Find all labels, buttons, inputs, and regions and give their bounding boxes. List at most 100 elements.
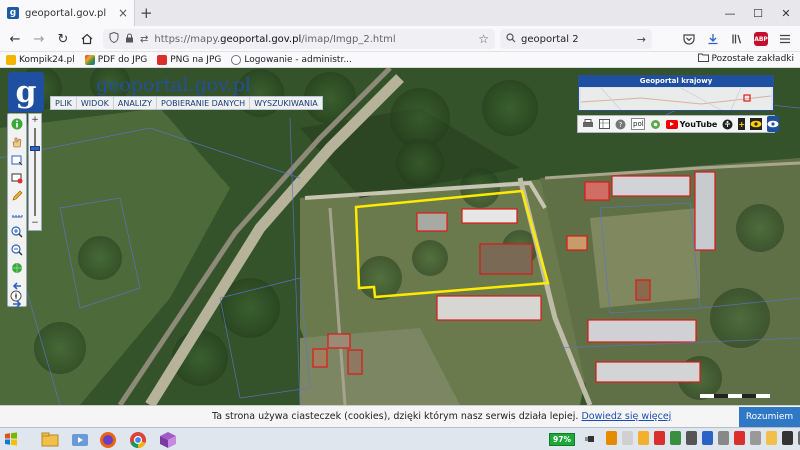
lock-icon[interactable] [125,33,134,46]
bookmark-kompik24[interactable]: Kompik24.pl [6,54,75,65]
home-icon[interactable] [78,30,96,48]
search-input[interactable]: geoportal 2 [521,34,632,45]
youtube-play-icon [665,119,678,129]
network-icon[interactable] [750,431,761,445]
tray-app-icon[interactable] [766,431,777,445]
info-icon[interactable] [11,118,23,130]
language-select[interactable]: pol [631,118,645,130]
maximize-button[interactable]: ☐ [744,0,772,26]
tray-app-icon[interactable] [686,431,697,445]
close-window-button[interactable]: ✕ [772,0,800,26]
tab-geoportal[interactable]: g geoportal.gov.pl × [0,0,135,26]
new-tab-icon[interactable]: + [140,4,156,22]
map-scale-bar [700,394,770,398]
reload-icon[interactable]: ↻ [54,30,72,48]
forward-arrow-icon[interactable]: → [30,30,48,48]
cookie-accept-button[interactable]: Rozumiem [739,407,800,427]
geoportal-title: geoportal.gov.pl [96,74,251,96]
print-icon[interactable] [582,118,594,130]
tray-app-icon[interactable] [718,431,729,445]
hand-pan-icon[interactable] [11,136,23,148]
cookie-text: Ta strona używa ciasteczek (cookies), dz… [212,411,672,422]
zoom-track [34,128,36,216]
cookie-banner: Ta strona używa ciasteczek (cookies), dz… [0,405,800,427]
high-contrast-icon[interactable]: + [738,118,746,130]
tray-app-icon[interactable] [670,431,681,445]
tray-app-icon[interactable] [622,431,633,445]
bluetooth-icon[interactable] [702,431,713,445]
shield-icon[interactable] [109,31,119,46]
png-to-jpg-icon [157,54,168,65]
battery-indicator[interactable]: 97% [549,433,575,446]
folder-icon [697,53,709,65]
volume-icon[interactable] [782,431,793,445]
power-plug-icon[interactable] [584,434,596,447]
contrast-eye-icon[interactable] [750,118,763,130]
address-bar[interactable]: ⇄ https://mapy.geoportal.gov.pl/imap/Img… [103,29,495,49]
winrar-icon[interactable] [158,430,178,449]
bookmark-star-icon[interactable]: ☆ [478,32,489,46]
clear-selection-icon[interactable] [11,172,23,184]
back-arrow-icon[interactable]: ← [6,30,24,48]
overview-map-title: Geoportal krajowy [579,76,773,87]
tray-app-icon[interactable] [734,431,745,445]
zoom-slider[interactable]: + − [28,113,42,231]
windows-taskbar: 97% [0,427,800,450]
downloads-icon[interactable] [704,29,722,49]
tray-app-icon[interactable] [606,431,617,445]
permissions-icon[interactable]: ⇄ [140,34,148,45]
search-icon [506,32,516,46]
system-tray [606,431,800,445]
menu-widok[interactable]: WIDOK [77,97,114,109]
menu-plik[interactable]: PLIK [51,97,77,109]
geoportal-menu: PLIK WIDOK ANALIZY POBIERANIE DANYCH WYS… [50,96,323,110]
library-icon[interactable] [728,29,746,49]
search-go-arrow-icon[interactable]: → [637,33,646,46]
hamburger-menu-icon[interactable] [776,29,794,49]
chrome-icon[interactable] [128,430,148,449]
minimize-button[interactable]: — [716,0,744,26]
browser-tools: ABP [680,29,794,49]
menu-pobieranie-danych[interactable]: POBIERANIE DANYCH [157,97,251,109]
compass-icon[interactable] [10,290,22,302]
search-bar[interactable]: geoportal 2 → [500,29,652,49]
youtube-link[interactable]: YouTube [665,119,717,129]
tray-app-icon[interactable] [654,431,665,445]
bookmark-pdf-do-jpg[interactable]: PDF do JPG [84,54,147,65]
bookmark-logowanie[interactable]: Logowanie - administr... [231,54,352,65]
draw-pencil-icon[interactable] [11,190,23,202]
menu-analizy[interactable]: ANALIZY [114,97,157,109]
help-icon[interactable]: ? [615,118,626,130]
tray-app-icon[interactable] [638,431,649,445]
geoportal-logo[interactable]: g [8,72,44,112]
zoom-handle[interactable] [30,146,40,151]
settings-icon[interactable] [650,118,661,130]
full-extent-globe-icon[interactable] [11,262,23,274]
url-text: https://mapy.geoportal.gov.pl/imap/Imgp_… [154,33,396,45]
menu-wyszukiwania[interactable]: WYSZUKIWANIA [250,97,322,109]
map-tools-bar: ? pol YouTube + [577,115,780,133]
firefox-icon[interactable] [98,430,118,449]
table-grid-icon[interactable] [599,118,610,130]
zoom-out-icon[interactable] [11,244,23,256]
zoom-in-icon[interactable] [11,226,23,238]
tab-bar: g geoportal.gov.pl × + — ☐ ✕ [0,0,800,26]
tab-close-icon[interactable]: × [116,6,130,20]
windows-start-icon[interactable] [4,432,18,446]
zoom-minus-button[interactable]: − [30,218,40,228]
zoom-plus-button[interactable]: + [30,115,40,125]
media-player-icon[interactable] [70,430,90,449]
overview-map[interactable]: Geoportal krajowy [578,75,774,111]
svg-text:?: ? [619,121,623,129]
view-eye-icon[interactable] [767,116,780,132]
select-area-icon[interactable] [11,154,23,166]
cookie-more-link[interactable]: Dowiedz się więcej [581,411,671,422]
measure-distance-icon[interactable] [11,208,23,220]
other-bookmarks[interactable]: Pozostałe zakładki [697,53,794,65]
adblock-plus-icon[interactable]: ABP [752,29,770,49]
pocket-icon[interactable] [680,29,698,49]
file-explorer-icon[interactable] [40,430,60,449]
bookmark-png-na-jpg[interactable]: PNG na JPG [157,54,221,65]
overview-map-image[interactable] [580,87,772,111]
accessibility-icon[interactable] [722,118,733,130]
